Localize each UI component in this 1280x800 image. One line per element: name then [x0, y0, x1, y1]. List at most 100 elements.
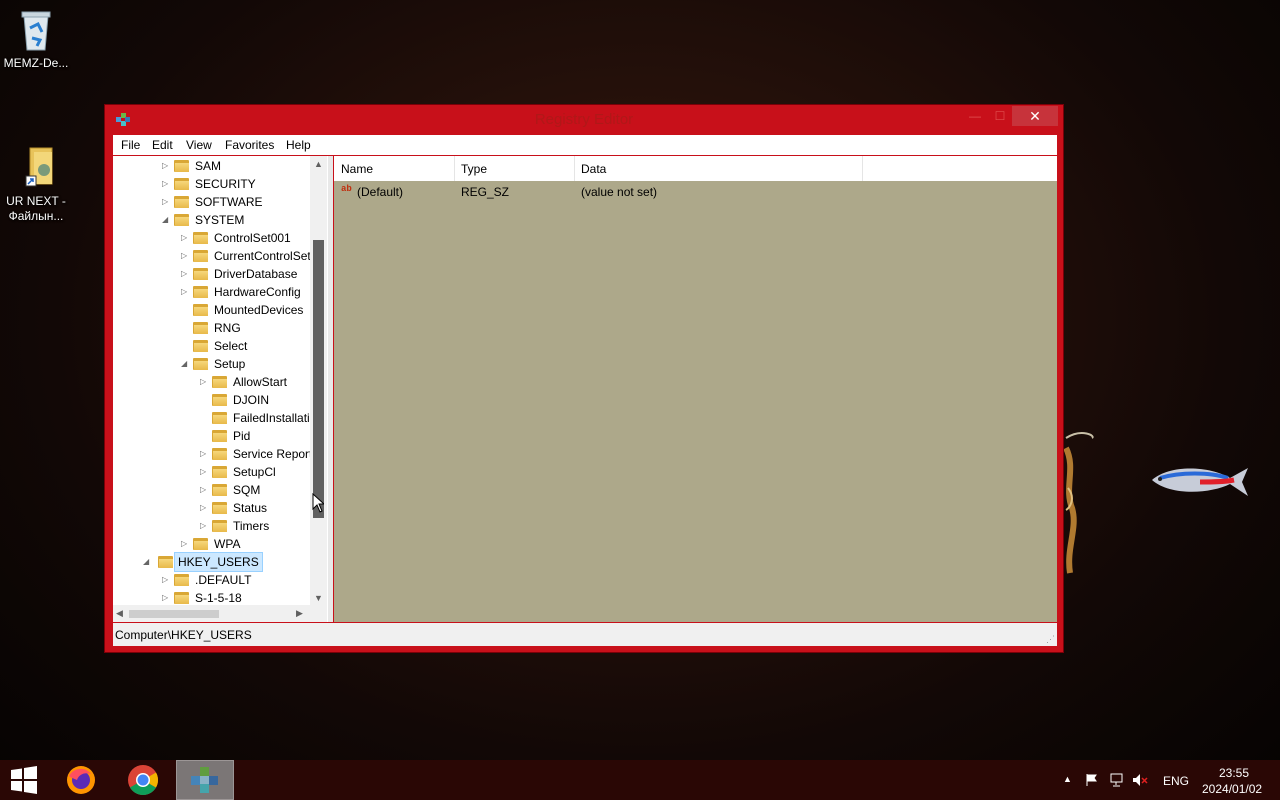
- menu-help[interactable]: Help: [286, 138, 311, 152]
- folder-icon: [193, 537, 209, 550]
- scroll-left-arrow-icon[interactable]: ◀: [116, 608, 123, 619]
- collapsed-arrow-icon[interactable]: ▷: [181, 283, 189, 301]
- tree-item-label: DriverDatabase: [214, 267, 298, 281]
- menu-view[interactable]: View: [186, 138, 212, 152]
- tree-item-label: MountedDevices: [214, 303, 304, 317]
- maximize-button[interactable]: ☐: [990, 106, 1010, 126]
- column-header-name[interactable]: Name: [341, 162, 373, 176]
- collapsed-arrow-icon[interactable]: ▷: [162, 157, 170, 175]
- folder-icon: [193, 303, 209, 316]
- values-list[interactable]: Name Type Data ab (Default) REG_SZ (valu…: [334, 156, 1057, 622]
- collapsed-arrow-icon[interactable]: ▷: [162, 175, 170, 193]
- folder-icon: [212, 465, 228, 478]
- tree-item-label: HKEY_USERS: [174, 552, 263, 572]
- collapsed-arrow-icon[interactable]: ▷: [181, 247, 189, 265]
- folder-icon: [193, 249, 209, 262]
- tree-item-label: SECURITY: [195, 177, 256, 191]
- collapsed-arrow-icon[interactable]: ▷: [181, 265, 189, 283]
- scrollbar-thumb[interactable]: [129, 610, 219, 618]
- collapsed-arrow-icon[interactable]: ▷: [181, 535, 189, 553]
- tree-vertical-scrollbar[interactable]: ▲ ▼: [310, 156, 327, 606]
- folder-icon: [174, 159, 190, 172]
- network-icon[interactable]: [1109, 773, 1125, 790]
- tree-item-label: CurrentControlSet: [214, 249, 311, 263]
- collapsed-arrow-icon[interactable]: ▷: [200, 373, 208, 391]
- folder-icon: [174, 213, 190, 226]
- collapsed-arrow-icon[interactable]: ▷: [162, 193, 170, 211]
- tree-item-label: SAM: [195, 159, 222, 173]
- tree-item-label: SYSTEM: [195, 213, 245, 227]
- menu-edit[interactable]: Edit: [152, 138, 173, 152]
- desktop-icon-label: UR NEXT - Файлын...: [6, 194, 66, 223]
- taskbar-chrome[interactable]: [114, 760, 172, 800]
- tree-item-label: SetupCl: [233, 465, 276, 479]
- registry-editor-window: Registry Editor — ☐ ✕ File Edit View Fav…: [104, 104, 1064, 653]
- folder-icon: [193, 285, 209, 298]
- pane-splitter[interactable]: [328, 156, 333, 622]
- scrollbar-thumb[interactable]: [313, 240, 324, 518]
- scroll-down-arrow-icon[interactable]: ▼: [314, 593, 323, 603]
- taskbar-registry-editor[interactable]: [176, 760, 234, 800]
- column-header-type[interactable]: Type: [461, 162, 487, 176]
- folder-icon: [212, 375, 228, 388]
- expanded-arrow-icon[interactable]: ◢: [162, 211, 170, 229]
- tree-item-label: Pid: [233, 429, 251, 443]
- menu-favorites[interactable]: Favorites: [225, 138, 274, 152]
- clock-date[interactable]: 2024/01/02: [1202, 782, 1262, 796]
- folder-icon: [212, 447, 228, 460]
- folder-icon: [174, 591, 190, 604]
- column-divider[interactable]: [862, 156, 863, 181]
- collapsed-arrow-icon[interactable]: ▷: [200, 517, 208, 535]
- column-header-data[interactable]: Data: [581, 162, 606, 176]
- folder-icon: [193, 339, 209, 352]
- expanded-arrow-icon[interactable]: ◢: [181, 355, 189, 373]
- collapsed-arrow-icon[interactable]: ▷: [181, 229, 189, 247]
- volume-muted-icon[interactable]: [1132, 773, 1148, 790]
- menu-file[interactable]: File: [121, 138, 140, 152]
- title-bar[interactable]: Registry Editor — ☐ ✕: [105, 105, 1063, 135]
- resize-grip-icon[interactable]: ⋰: [1046, 634, 1055, 645]
- expanded-arrow-icon[interactable]: ◢: [143, 553, 151, 571]
- minimize-button[interactable]: —: [965, 106, 985, 126]
- registry-editor-icon: [191, 767, 218, 793]
- folder-icon: [212, 429, 228, 442]
- value-type: REG_SZ: [461, 185, 510, 199]
- wallpaper-ornament: [1062, 428, 1098, 578]
- scroll-up-arrow-icon[interactable]: ▲: [314, 159, 323, 169]
- collapsed-arrow-icon[interactable]: ▷: [200, 481, 208, 499]
- folder-icon: [193, 231, 209, 244]
- desktop-icon-recycle-bin[interactable]: MEMZ-De...: [0, 8, 72, 71]
- tree-item-label: AllowStart: [233, 375, 288, 389]
- folder-icon: [193, 267, 209, 280]
- desktop-icon-label: MEMZ-De...: [3, 56, 69, 70]
- tree-item-label: Status: [233, 501, 268, 515]
- value-data: (value not set): [581, 185, 658, 199]
- collapsed-arrow-icon[interactable]: ▷: [200, 499, 208, 517]
- column-divider[interactable]: [454, 156, 455, 181]
- folder-icon: [193, 321, 209, 334]
- start-button[interactable]: [0, 760, 48, 800]
- string-value-icon: ab: [341, 184, 352, 194]
- tray-show-hidden-icon[interactable]: ▲: [1063, 774, 1072, 784]
- collapsed-arrow-icon[interactable]: ▷: [200, 463, 208, 481]
- firefox-icon: [67, 766, 95, 794]
- scroll-right-arrow-icon[interactable]: ▶: [296, 608, 303, 619]
- language-indicator[interactable]: ENG: [1163, 774, 1189, 788]
- menu-bar: File Edit View Favorites Help: [113, 135, 1057, 155]
- clock-time[interactable]: 23:55: [1219, 766, 1249, 780]
- close-button[interactable]: ✕: [1012, 106, 1058, 126]
- action-center-flag-icon[interactable]: [1085, 773, 1099, 790]
- folder-icon: [212, 501, 228, 514]
- registry-tree[interactable]: ▷ SAM ▷ SECURITY ▷ SOFTWARE ◢ SYSTEM ▷ C…: [113, 156, 328, 622]
- collapsed-arrow-icon[interactable]: ▷: [162, 571, 170, 589]
- taskbar-firefox[interactable]: [52, 760, 110, 800]
- tree-horizontal-scrollbar[interactable]: ◀ ▶: [113, 605, 327, 622]
- tree-item-label: Setup: [214, 357, 246, 371]
- column-divider[interactable]: [574, 156, 575, 181]
- list-item[interactable]: ab (Default) REG_SZ (value not set): [334, 183, 1057, 201]
- value-name: (Default): [357, 185, 404, 199]
- collapsed-arrow-icon[interactable]: ▷: [200, 445, 208, 463]
- recycle-bin-icon: [16, 8, 56, 52]
- list-header: Name Type Data: [334, 156, 1057, 181]
- desktop-icon-ur-next[interactable]: UR NEXT - Файлын...: [0, 116, 72, 239]
